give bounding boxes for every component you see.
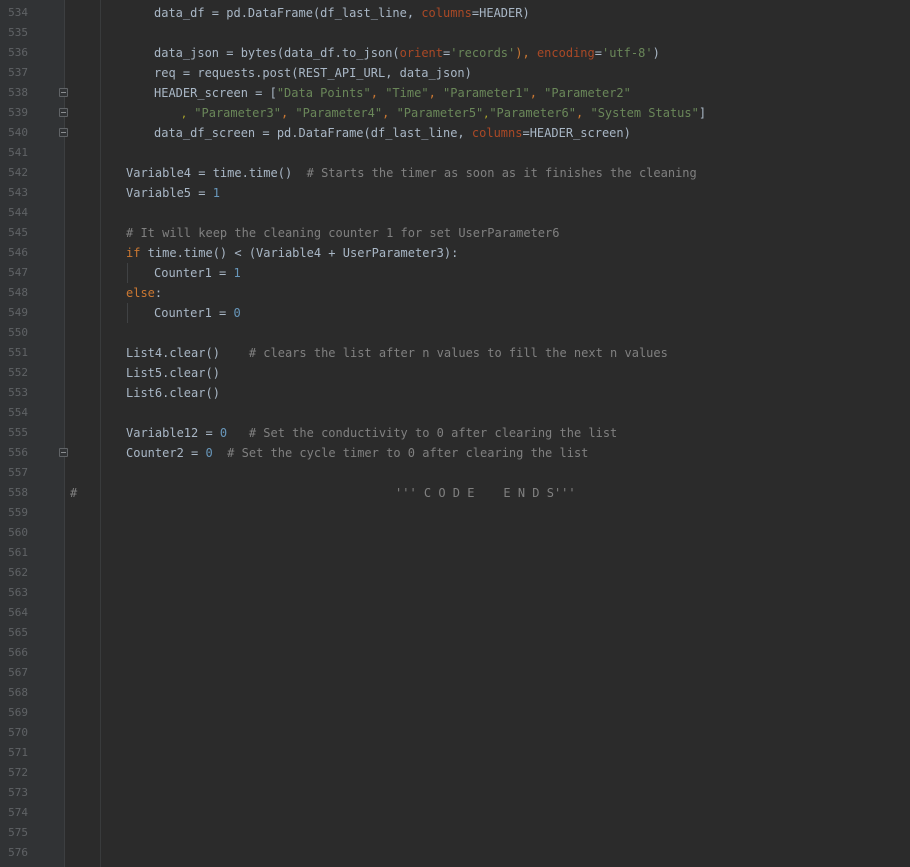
- line-number: 555: [8, 426, 28, 439]
- fold-marker-icon[interactable]: [59, 108, 68, 117]
- code-line-553[interactable]: List6.clear(): [126, 383, 220, 403]
- line-number: 557: [8, 466, 28, 479]
- line-number: 572: [8, 766, 28, 779]
- code-line-546[interactable]: if time.time() < (Variable4 + UserParame…: [126, 243, 458, 263]
- line-number: 558: [8, 486, 28, 499]
- line-number: 548: [8, 286, 28, 299]
- line-number: 562: [8, 566, 28, 579]
- line-number: 561: [8, 546, 28, 559]
- code-line-558-hash[interactable]: #: [70, 483, 77, 503]
- line-number: 569: [8, 706, 28, 719]
- code-line-552[interactable]: List5.clear(): [126, 363, 220, 383]
- code-line-540[interactable]: data_df_screen = pd.DataFrame(df_last_li…: [154, 123, 631, 143]
- code-line-547[interactable]: Counter1 = 1: [154, 263, 241, 283]
- code-line-538[interactable]: HEADER_screen = ["Data Points", "Time", …: [154, 83, 631, 103]
- code-line-556[interactable]: Counter2 = 0 # Set the cycle timer to 0 …: [126, 443, 588, 463]
- line-number: 553: [8, 386, 28, 399]
- line-number: 571: [8, 746, 28, 759]
- line-number: 565: [8, 626, 28, 639]
- line-number: 574: [8, 806, 28, 819]
- line-number: 556: [8, 446, 28, 459]
- line-number: 550: [8, 326, 28, 339]
- line-number: 546: [8, 246, 28, 259]
- line-number: 539: [8, 106, 28, 119]
- line-number: 534: [8, 6, 28, 19]
- indent-guide: [127, 303, 128, 323]
- line-number: 535: [8, 26, 28, 39]
- line-number: 568: [8, 686, 28, 699]
- line-number: 537: [8, 66, 28, 79]
- code-line-555[interactable]: Variable12 = 0 # Set the conductivity to…: [126, 423, 617, 443]
- line-number: 570: [8, 726, 28, 739]
- code-line-551[interactable]: List4.clear() # clears the list after n …: [126, 343, 668, 363]
- line-number: 547: [8, 266, 28, 279]
- line-number: 541: [8, 146, 28, 159]
- line-number: 545: [8, 226, 28, 239]
- code-line-545[interactable]: # It will keep the cleaning counter 1 fo…: [126, 223, 559, 243]
- fold-marker-icon[interactable]: [59, 88, 68, 97]
- line-number: 552: [8, 366, 28, 379]
- indent-guide: [100, 0, 101, 867]
- code-line-542[interactable]: Variable4 = time.time() # Starts the tim…: [126, 163, 697, 183]
- line-number: 560: [8, 526, 28, 539]
- line-number: 573: [8, 786, 28, 799]
- line-number: 566: [8, 646, 28, 659]
- code-line-558[interactable]: ''' C O D E E N D S''': [395, 483, 576, 503]
- warning-marker-icon: ,: [181, 109, 188, 120]
- line-number: 563: [8, 586, 28, 599]
- line-number: 567: [8, 666, 28, 679]
- fold-marker-icon[interactable]: [59, 448, 68, 457]
- code-line-534[interactable]: data_df = pd.DataFrame(df_last_line, col…: [154, 3, 530, 23]
- line-number: 542: [8, 166, 28, 179]
- line-number: 536: [8, 46, 28, 59]
- code-line-548[interactable]: else:: [126, 283, 162, 303]
- code-line-549[interactable]: Counter1 = 0: [154, 303, 241, 323]
- line-number: 559: [8, 506, 28, 519]
- line-number: 549: [8, 306, 28, 319]
- fold-marker-icon[interactable]: [59, 128, 68, 137]
- code-line-539[interactable]: , "Parameter3", "Parameter4", "Parameter…: [181, 103, 706, 123]
- code-line-543[interactable]: Variable5 = 1: [126, 183, 220, 203]
- line-number: 538: [8, 86, 28, 99]
- code-line-536[interactable]: data_json = bytes(data_df.to_json(orient…: [154, 43, 660, 63]
- code-line-537[interactable]: req = requests.post(REST_API_URL, data_j…: [154, 63, 472, 83]
- line-number: 543: [8, 186, 28, 199]
- line-number: 564: [8, 606, 28, 619]
- indent-guide: [127, 263, 128, 283]
- line-number: 576: [8, 846, 28, 859]
- line-number: 575: [8, 826, 28, 839]
- line-number: 540: [8, 126, 28, 139]
- line-number: 554: [8, 406, 28, 419]
- line-number: 551: [8, 346, 28, 359]
- line-number: 544: [8, 206, 28, 219]
